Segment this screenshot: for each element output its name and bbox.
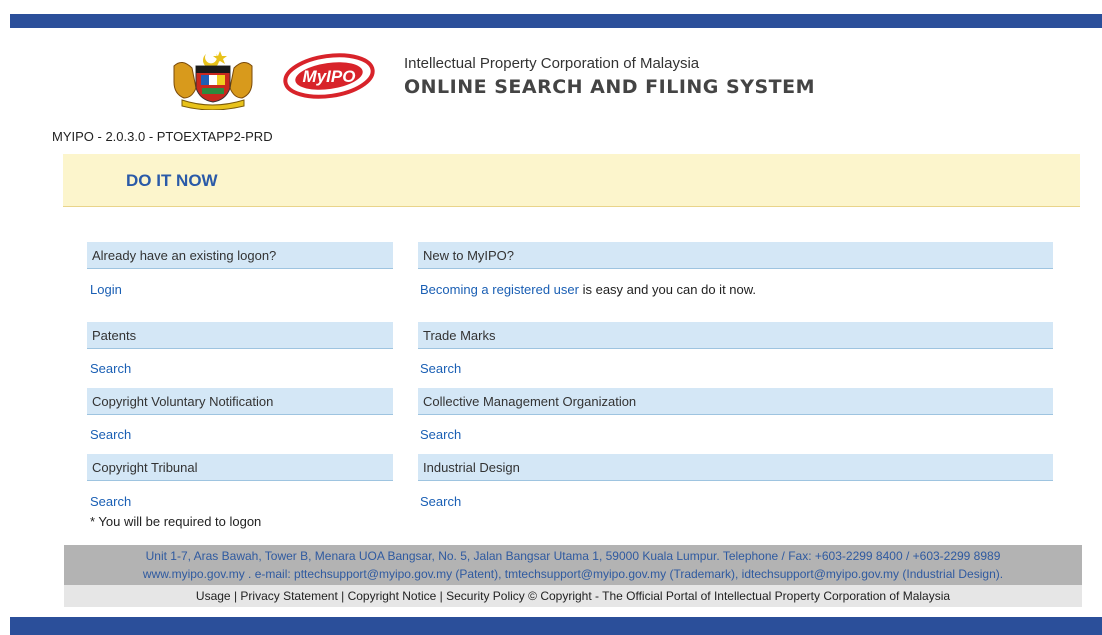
version-label: MYIPO - 2.0.3.0 - PTOEXTAPP2-PRD — [52, 129, 273, 144]
footer-links: Usage | Privacy Statement | Copyright No… — [64, 585, 1082, 607]
section-header-copyright-tribunal: Copyright Tribunal — [87, 454, 393, 481]
section-header-industrial-design: Industrial Design — [418, 454, 1053, 481]
logon-required-note: * You will be required to logon — [90, 514, 262, 529]
section-header-trade-marks: Trade Marks — [418, 322, 1053, 349]
system-name: ONLINE SEARCH AND FILING SYSTEM — [404, 76, 815, 98]
copyright-vn-search-link[interactable]: Search — [90, 427, 131, 442]
org-name: Intellectual Property Corporation of Mal… — [404, 55, 700, 72]
logo-text: MyIPO — [303, 67, 356, 86]
do-it-now-banner: DO IT NOW — [63, 154, 1080, 207]
copyright-text: © Copyright - The Official Portal of Int… — [528, 589, 951, 603]
cmo-search-link[interactable]: Search — [420, 427, 461, 442]
footer-address: Unit 1-7, Aras Bawah, Tower B, Menara UO… — [145, 549, 1001, 563]
coat-of-arms-icon — [173, 51, 253, 110]
copyright-notice-link[interactable]: Copyright Notice — [348, 589, 437, 603]
myipo-logo: MyIPO — [283, 53, 375, 99]
copyright-tribunal-search-link[interactable]: Search — [90, 494, 131, 509]
usage-link[interactable]: Usage — [196, 589, 231, 603]
section-header-new-user: New to MyIPO? — [418, 242, 1053, 269]
new-user-line: Becoming a registered user is easy and y… — [420, 282, 756, 297]
banner-title: DO IT NOW — [126, 171, 218, 190]
section-header-cmo: Collective Management Organization — [418, 388, 1053, 415]
patents-search-link[interactable]: Search — [90, 361, 131, 376]
login-link[interactable]: Login — [90, 282, 122, 297]
section-header-copyright-vn: Copyright Voluntary Notification — [87, 388, 393, 415]
section-header-patents: Patents — [87, 322, 393, 349]
security-policy-link[interactable]: Security Policy — [446, 589, 525, 603]
footer-emails: www.myipo.gov.my . e-mail: pttechsupport… — [142, 567, 1004, 581]
footer-contact: Unit 1-7, Aras Bawah, Tower B, Menara UO… — [64, 545, 1082, 585]
privacy-link[interactable]: Privacy Statement — [240, 589, 337, 603]
industrial-design-search-link[interactable]: Search — [420, 494, 461, 509]
section-header-existing-logon: Already have an existing logon? — [87, 242, 393, 269]
top-bar — [10, 14, 1102, 28]
register-text: is easy and you can do it now. — [578, 282, 757, 297]
bottom-bar — [10, 617, 1102, 635]
register-link[interactable]: Becoming a registered user — [420, 282, 579, 297]
trade-marks-search-link[interactable]: Search — [420, 361, 461, 376]
